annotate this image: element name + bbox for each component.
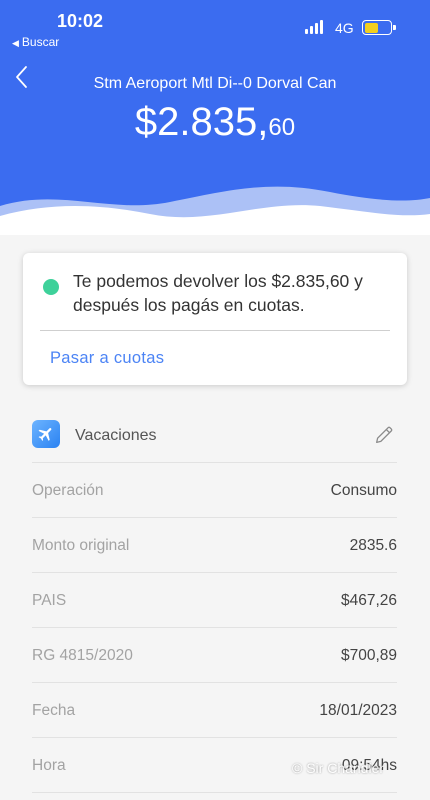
detail-label: RG 4815/2020 xyxy=(32,647,133,664)
detail-row: Operación Consumo xyxy=(32,463,397,518)
merchant-name: Stm Aeroport Mtl Di--0 Dorval Can xyxy=(93,75,337,92)
battery-icon xyxy=(362,20,396,35)
detail-label: PAIS xyxy=(32,592,67,609)
header: 10:02 ◀ Buscar 4G Stm Aeroport Mtl Di--0 … xyxy=(0,0,430,235)
detail-row: Fecha 18/01/2023 xyxy=(32,683,397,738)
detail-label: Hora xyxy=(32,757,66,774)
category-label: Vacaciones xyxy=(75,427,157,444)
amount-cents: 60 xyxy=(268,114,296,141)
installments-offer-card: Te podemos devolver los $2.835,60 y desp… xyxy=(23,253,407,385)
battery-fill xyxy=(364,22,379,33)
detail-row: PAIS $467,26 xyxy=(32,573,397,628)
pasar-a-cuotas-link[interactable]: Pasar a cuotas xyxy=(50,349,164,368)
detail-value: 18/01/2023 xyxy=(319,702,397,719)
network-type: 4G xyxy=(335,20,354,36)
offer-message: Te podemos devolver los $2.835,60 y desp… xyxy=(73,271,363,315)
pencil-edit-icon[interactable] xyxy=(373,424,395,446)
card-divider xyxy=(40,330,390,331)
category-row[interactable]: Vacaciones xyxy=(32,408,397,463)
back-to-app-link[interactable]: ◀ Buscar xyxy=(12,35,59,49)
signal-icon xyxy=(305,20,323,34)
back-app-label: Buscar xyxy=(21,35,60,49)
watermark: © Sir Chandler xyxy=(292,760,385,776)
transaction-amount: $2.835,60 xyxy=(0,100,430,145)
wave-decoration xyxy=(0,186,430,235)
back-triangle-icon: ◀ xyxy=(12,38,19,48)
detail-label: Monto original xyxy=(32,537,130,554)
detail-value: 2835.6 xyxy=(349,537,397,554)
detail-row: RG 4815/2020 $700,89 xyxy=(32,628,397,683)
detail-label: Operación xyxy=(32,482,104,499)
detail-value: $467,26 xyxy=(340,592,397,609)
transaction-details: Vacaciones Operación Consumo Monto origina… xyxy=(32,408,397,793)
amount-main: $2.835, xyxy=(134,100,269,144)
detail-value: Consumo xyxy=(330,482,397,499)
status-dot-icon xyxy=(43,279,59,295)
status-bar: 10:02 ◀ Buscar 4G xyxy=(0,0,430,52)
detail-label: Fecha xyxy=(32,702,76,719)
detail-value: $700,89 xyxy=(340,647,397,664)
status-time: 10:02 xyxy=(57,11,104,31)
detail-row: Monto original 2835.6 xyxy=(32,518,397,573)
airplane-icon xyxy=(32,420,60,448)
